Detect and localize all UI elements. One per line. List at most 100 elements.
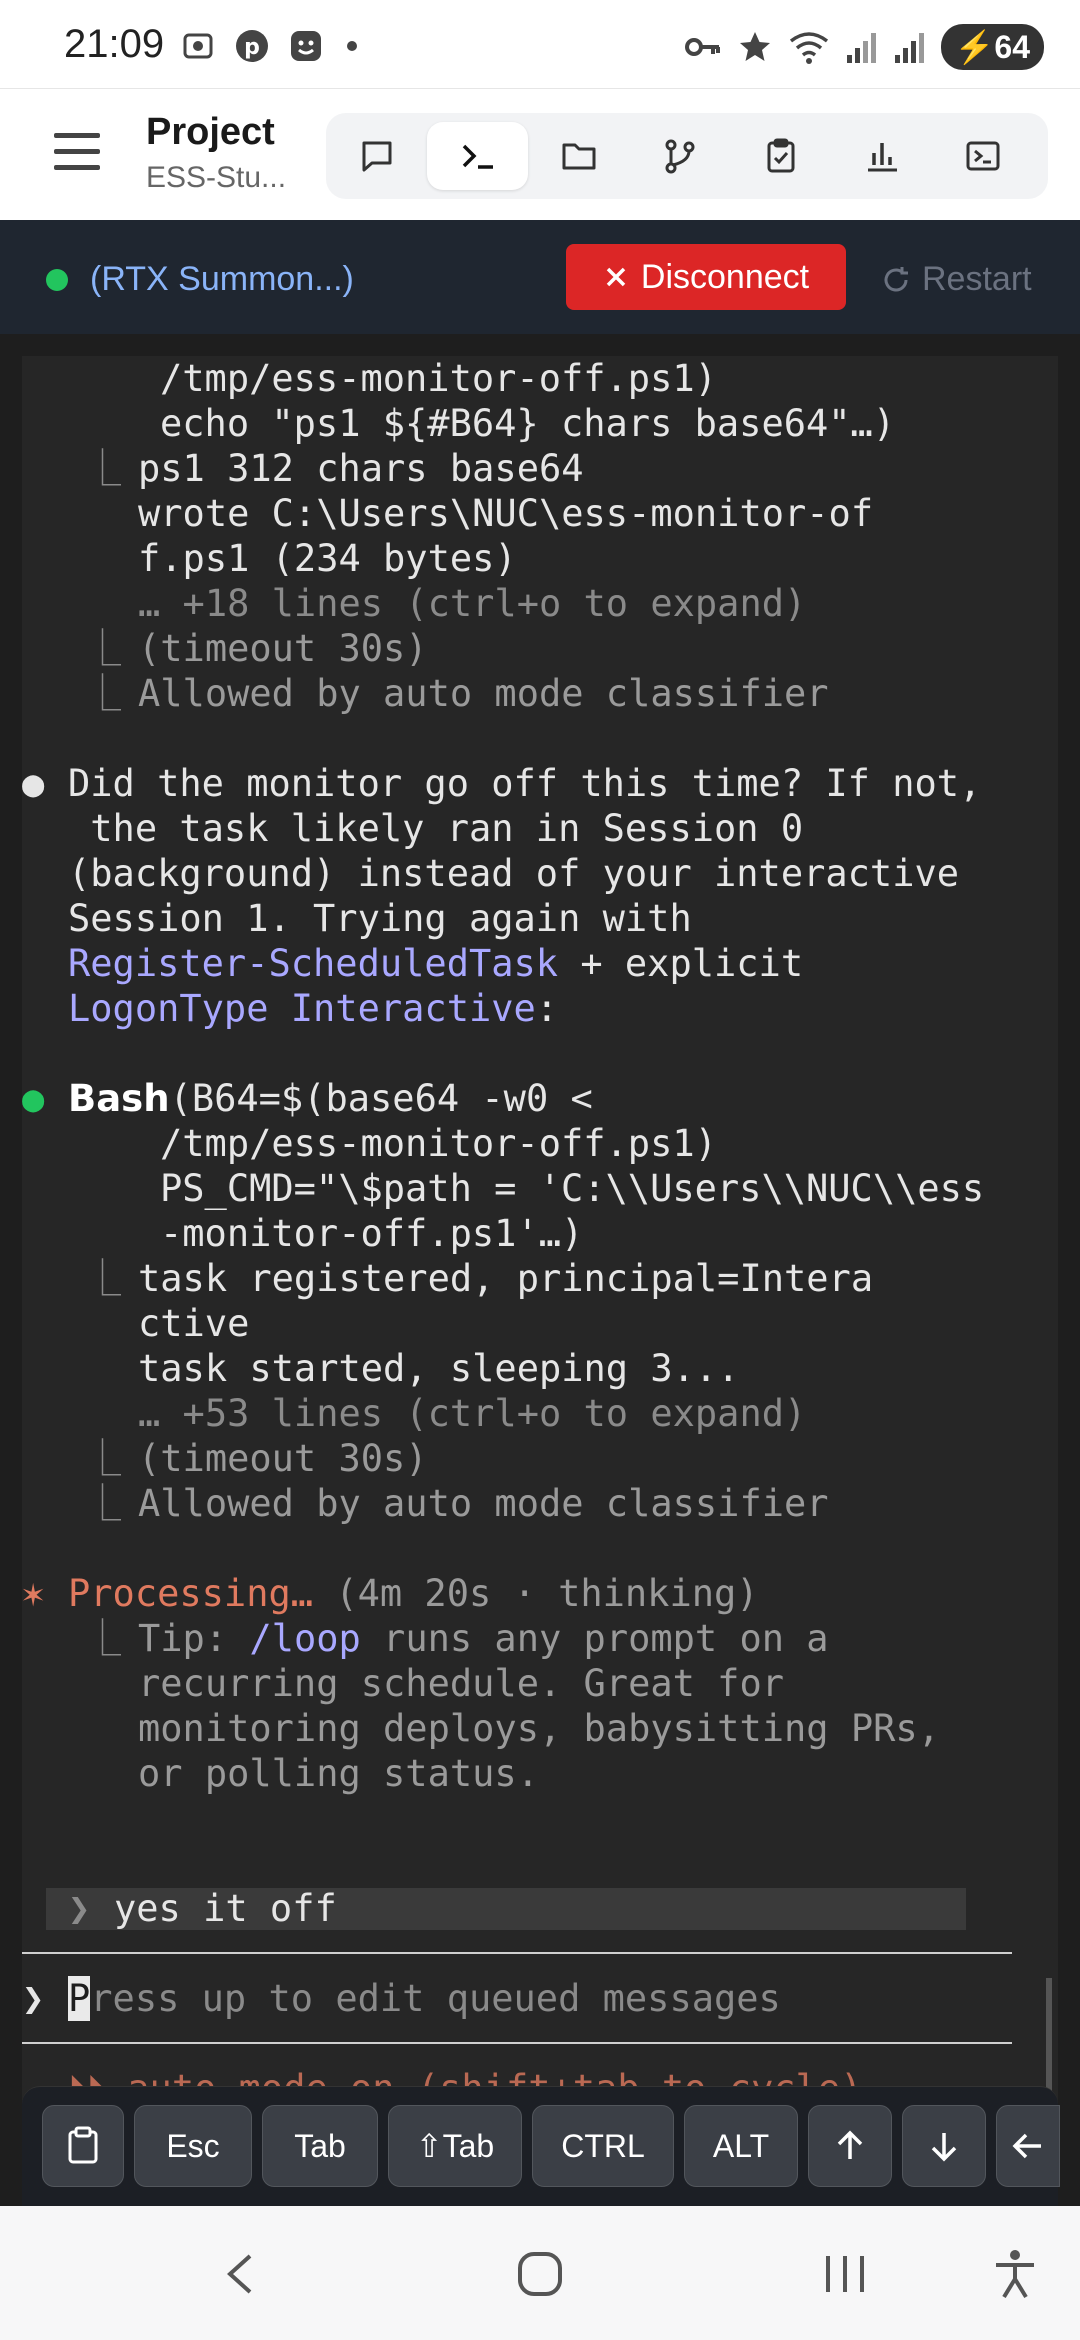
terminal-prompt-icon [462, 144, 493, 169]
shift-tab-key[interactable]: ⇧Tab [388, 2105, 522, 2187]
terminal-line: -monitor-off.ps1'…) [160, 1212, 584, 1255]
terminal-line: f.ps1 (234 bytes) [138, 537, 517, 580]
extra-keys-bar: Esc Tab ⇧Tab CTRL ALT [22, 2086, 1060, 2207]
input-divider-top [22, 1952, 1012, 1954]
screenshot-icon [183, 33, 213, 59]
system-nav-bar [0, 2206, 1080, 2340]
processing-detail: (4m 20s · thinking) [313, 1572, 759, 1615]
terminal-line: (timeout 30s) [138, 1437, 428, 1480]
pinterest-icon: p [236, 30, 268, 62]
terminal-line: … +18 lines (ctrl+o to expand) [138, 582, 807, 625]
spinner-icon: ✶ [22, 1572, 45, 1615]
bullet-icon: ● [22, 1077, 45, 1120]
terminal-line: Did the monitor go off this time? If not… [68, 762, 982, 805]
up-arrow-key[interactable] [808, 2105, 892, 2187]
clipboard-icon [68, 2126, 98, 2164]
tool-args: (B64=$(base64 -w0 < [169, 1077, 593, 1120]
alt-key[interactable]: ALT [684, 2105, 798, 2187]
terminal-line: or polling status. [138, 1752, 539, 1795]
terminal-line: monitoring deploys, babysitting PRs, [138, 1707, 940, 1750]
left-arrow-key[interactable] [996, 2105, 1060, 2187]
refresh-icon [884, 266, 908, 291]
text-span: + explicit [558, 942, 804, 985]
wifi-icon [789, 32, 828, 64]
input-prompt-icon: ❯ [22, 1977, 45, 2020]
connection-bar: (RTX Summon...) Disconnect Restart [0, 220, 1080, 334]
tab-stats[interactable] [831, 122, 932, 190]
terminal-line: … +53 lines (ctrl+o to expand) [138, 1392, 807, 1435]
connection-status-dot [46, 269, 68, 291]
project-subtitle: ESS-Stu... [146, 161, 287, 194]
connection-name: (RTX Summon...) [90, 260, 354, 298]
bar-chart-icon [867, 143, 897, 172]
ctrl-key[interactable]: CTRL [532, 2105, 674, 2187]
tree-branch-icon: ⎿ [84, 447, 121, 490]
terminal-line: recurring schedule. Great for [138, 1662, 785, 1705]
tab-shell[interactable] [932, 122, 1033, 190]
home-icon[interactable] [516, 2250, 564, 2298]
terminal-line: echo "ps1 ${#B64} chars base64"…) [160, 402, 896, 445]
tree-branch-icon: ⎿ [84, 1482, 121, 1525]
terminal-line: Tip: /loop runs any prompt on a [138, 1616, 829, 1661]
code-span: /loop [249, 1617, 361, 1660]
disconnect-label: Disconnect [640, 257, 810, 296]
tree-branch-icon: ⎿ [84, 1257, 121, 1300]
terminal-line: PS_CMD="\$path = 'C:\\Users\\NUC\\ess [160, 1167, 985, 1210]
svg-text:p: p [244, 35, 260, 60]
terminal-line: Allowed by auto mode classifier [138, 1482, 829, 1525]
terminal-line: wrote C:\Users\NUC\ess-monitor-of [138, 492, 874, 535]
restart-button[interactable]: Restart [880, 260, 1032, 299]
down-arrow-key[interactable] [902, 2105, 986, 2187]
queued-message-text: yes it off [114, 1887, 337, 1930]
tab-files[interactable] [528, 122, 629, 190]
chat-icon [362, 141, 391, 172]
scrollbar[interactable] [1046, 1978, 1052, 2098]
terminal-line: the task likely ran in Session 0 [68, 807, 804, 850]
clipboard-check-icon [767, 138, 794, 173]
terminal-line: (timeout 30s) [138, 627, 428, 670]
text-span: runs any prompt on a [360, 1617, 829, 1660]
terminal-line: Session 1. Trying again with [68, 897, 692, 940]
terminal-line: /tmp/ess-monitor-off.ps1) [160, 1122, 717, 1165]
input-placeholder: ress up to edit queued messages [90, 1977, 781, 2020]
esc-key[interactable]: Esc [134, 2105, 252, 2187]
folder-icon [562, 143, 595, 170]
battery-icon: ⚡64 [940, 24, 1044, 70]
processing-label: Processing… [68, 1572, 314, 1615]
arrow-up-icon [837, 2130, 863, 2159]
tab-terminal[interactable] [427, 122, 528, 190]
terminal-line: LogonType Interactive: [68, 986, 558, 1031]
face-icon [291, 31, 321, 61]
tab-tasks[interactable] [730, 122, 831, 190]
terminal-line: (background) instead of your interactive [68, 852, 960, 895]
text-span: : [535, 987, 559, 1030]
recents-icon[interactable] [822, 2252, 868, 2296]
restart-label: Restart [922, 260, 1032, 298]
tab-git[interactable] [629, 122, 730, 190]
cursor: P [68, 1976, 91, 2021]
view-tabs [326, 113, 1048, 199]
git-branch-icon [665, 139, 694, 174]
close-icon [606, 267, 626, 287]
tree-branch-icon: ⎿ [84, 1617, 121, 1660]
status-time: 21:09 [64, 22, 165, 66]
arrow-left-icon [1012, 2133, 1041, 2159]
tab-chat[interactable] [326, 122, 427, 190]
code-span: Register-ScheduledTask [68, 942, 559, 985]
star-icon [739, 32, 770, 61]
project-title: Project [146, 111, 275, 153]
arrow-down-icon [931, 2133, 957, 2162]
terminal-line: task registered, principal=Intera [138, 1257, 874, 1300]
tab-key[interactable]: Tab [262, 2105, 378, 2187]
terminal-line: /tmp/ess-monitor-off.ps1) [160, 357, 717, 400]
accessibility-icon[interactable] [992, 2248, 1038, 2300]
terminal-window-icon [966, 141, 999, 171]
code-span: LogonType Interactive [68, 987, 536, 1030]
tool-name: Bash [68, 1077, 170, 1120]
terminal-line: ps1 312 chars base64 [138, 447, 584, 490]
menu-button[interactable] [54, 133, 100, 173]
prompt-input[interactable]: Press up to edit queued messages [68, 1976, 781, 2021]
paste-key[interactable] [42, 2105, 124, 2187]
back-icon[interactable] [222, 2252, 258, 2296]
disconnect-button[interactable]: Disconnect [566, 244, 846, 310]
